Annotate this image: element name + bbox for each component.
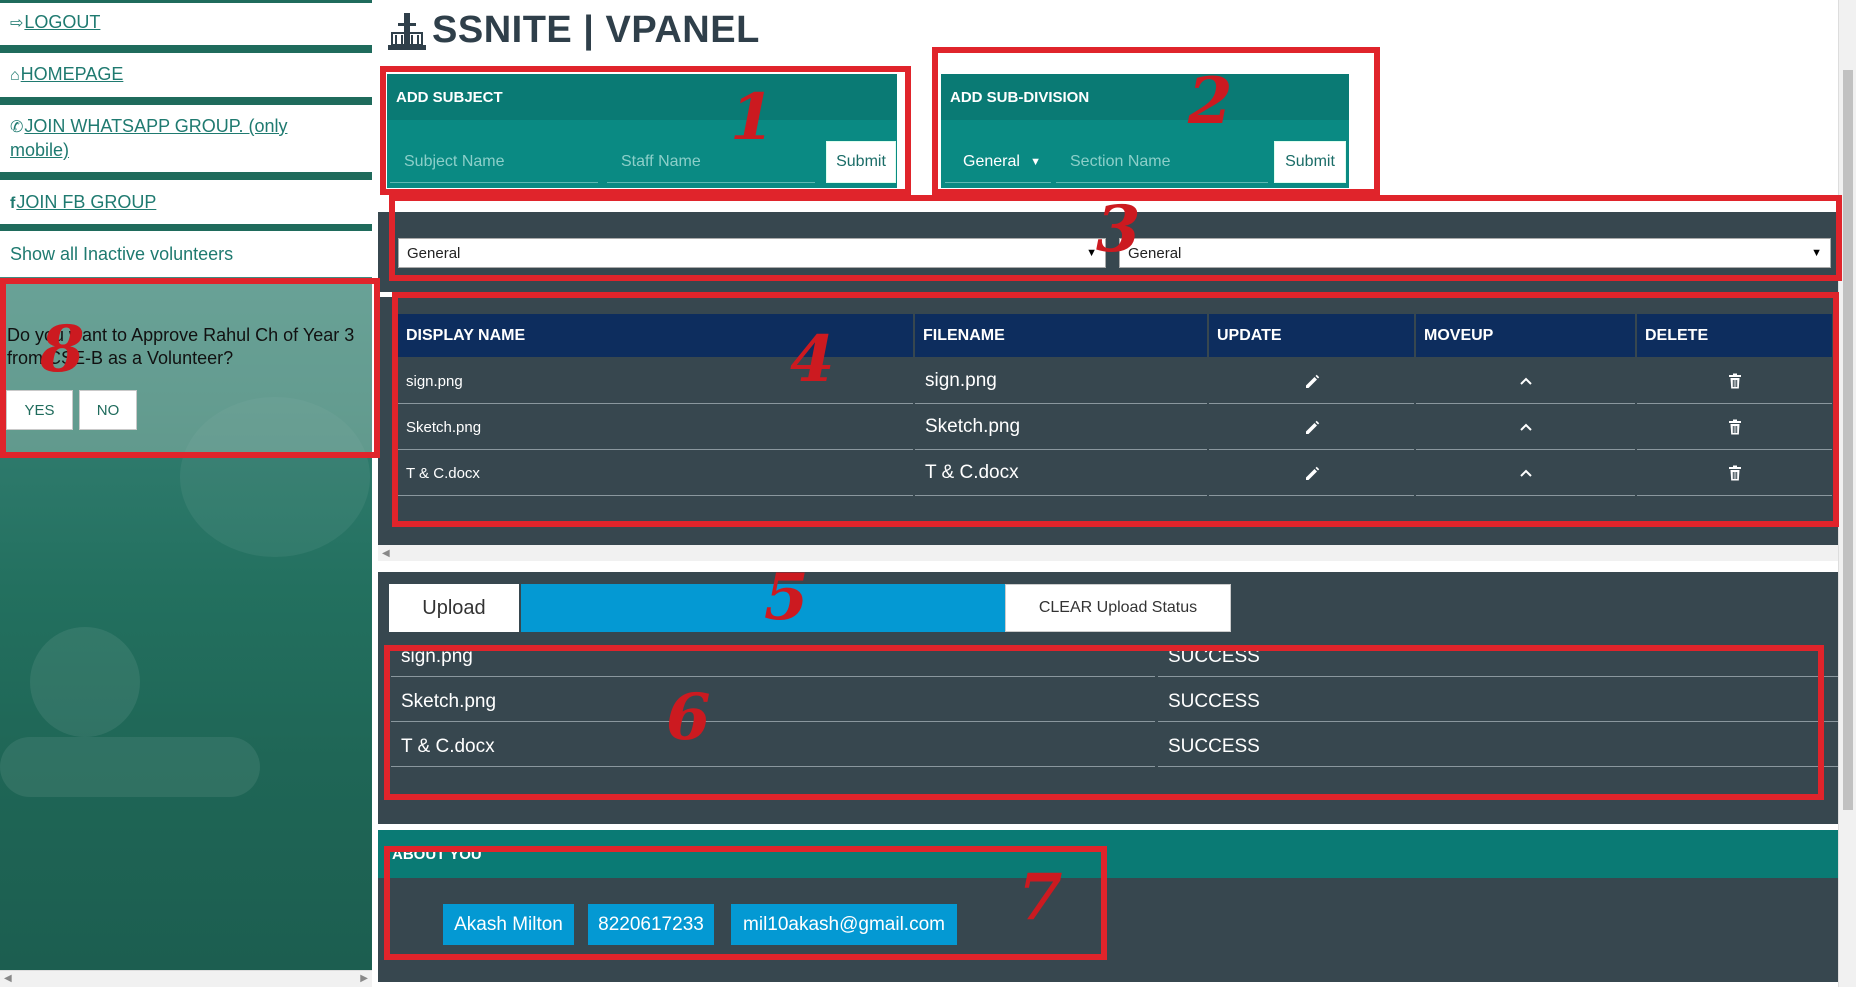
delete-button[interactable] [1637,359,1832,404]
homepage-label: HOMEPAGE [20,64,124,84]
trash-icon [1728,373,1741,389]
column-filename: FILENAME [915,314,1207,357]
whatsapp-label: JOIN WHATSAPP GROUP. (only mobile) [10,116,288,160]
clear-upload-status-button[interactable]: CLEAR Upload Status [1005,584,1231,632]
staff-name-input[interactable]: Staff Name [607,141,815,183]
update-button[interactable] [1209,451,1414,496]
user-name-chip: Akash Milton [443,904,574,945]
pencil-icon [1305,466,1319,480]
cell-display-name: T & C.docx [398,451,913,496]
chevron-up-icon [1519,469,1532,477]
cell-filename: sign.png [915,359,1207,404]
upload-file-name: T & C.docx [391,722,1155,767]
upload-status: SUCCESS [1158,722,1838,767]
scroll-left-icon[interactable]: ◀ [382,548,390,559]
table-horizontal-scrollbar[interactable]: ◀ [378,545,1838,561]
chevron-down-icon: ▼ [1811,247,1822,259]
cell-display-name: Sketch.png [398,405,913,450]
home-icon: ⌂ [10,67,20,84]
whatsapp-icon: ✆ [10,119,24,136]
show-inactive-volunteers-link[interactable]: Show all Inactive volunteers [10,244,233,265]
yes-button[interactable]: YES [6,390,73,430]
logout-icon: ⇨ [10,15,24,32]
facebook-label: JOIN FB GROUP [16,192,157,212]
about-header: ABOUT YOU [378,830,1838,878]
section-name-input[interactable]: Section Name [1056,141,1268,183]
moveup-button[interactable] [1416,405,1635,450]
chevron-up-icon [1519,377,1532,385]
divider [0,97,372,105]
app-title: SSNITE | VPANEL [432,8,760,51]
cell-filename: T & C.docx [915,451,1207,496]
sidebar: ⇨LOGOUT ⌂HOMEPAGE ✆JOIN WHATSAPP GROUP. … [0,0,372,987]
brand: SSNITE | VPANEL [384,6,760,54]
delete-button[interactable] [1637,451,1832,496]
approve-question: Do you want to Approve Rahul Ch of Year … [7,325,355,368]
page-vertical-scrollbar[interactable] [1838,0,1856,987]
upload-progress-bar [521,584,1005,632]
column-update: UPDATE [1209,314,1414,357]
subject-filter-select[interactable]: General ▼ [398,238,1106,268]
divider [0,45,372,53]
facebook-link[interactable]: fJOIN FB GROUP [10,191,156,215]
pencil-icon [1305,420,1319,434]
update-button[interactable] [1209,405,1414,450]
upload-status: SUCCESS [1158,632,1838,677]
add-subdivision-submit-button[interactable]: Submit [1274,141,1346,183]
sidebar-horizontal-scrollbar[interactable]: ◀ ▶ [0,970,372,987]
scrollbar-thumb[interactable] [1843,70,1853,810]
add-subject-header: ADD SUBJECT [387,74,897,120]
tower-logo-icon [388,13,426,50]
moveup-button[interactable] [1416,359,1635,404]
user-phone-chip: 8220617233 [588,904,714,945]
upload-file-name: Sketch.png [391,677,1155,722]
background-shape [0,737,260,797]
moveup-button[interactable] [1416,451,1635,496]
trash-icon [1728,419,1741,435]
background-shape [30,627,140,737]
subject-filter-value: General [407,244,461,262]
upload-status: SUCCESS [1158,677,1838,722]
subdivision-type-select[interactable]: General ▼ [945,141,1051,183]
logout-label: LOGOUT [24,12,101,32]
add-subject-submit-button[interactable]: Submit [826,141,896,183]
trash-icon [1728,465,1741,481]
divider [0,172,372,180]
delete-button[interactable] [1637,405,1832,450]
whatsapp-link[interactable]: ✆JOIN WHATSAPP GROUP. (only mobile) [10,115,310,162]
subdivision-filter-select[interactable]: General ▼ [1119,238,1831,268]
homepage-link[interactable]: ⌂HOMEPAGE [10,63,123,87]
scroll-left-icon[interactable]: ◀ [4,973,12,984]
cell-filename: Sketch.png [915,405,1207,450]
subdivision-filter-value: General [1128,244,1182,262]
subdivision-type-value: General [963,152,1020,170]
pencil-icon [1305,374,1319,388]
chevron-up-icon [1519,423,1532,431]
cell-display-name: sign.png [398,359,913,404]
user-email-chip: mil10akash@gmail.com [731,904,957,945]
upload-button[interactable]: Upload [389,584,519,632]
column-delete: DELETE [1637,314,1832,357]
scroll-right-icon[interactable]: ▶ [360,973,368,984]
add-subdivision-header: ADD SUB-DIVISION [941,74,1349,120]
column-display-name: DISPLAY NAME [398,314,913,357]
update-button[interactable] [1209,359,1414,404]
main-content: SSNITE | VPANEL ADD SUBJECT Subject Name… [372,0,1838,987]
chevron-down-icon: ▼ [1086,247,1097,259]
no-button[interactable]: NO [79,390,137,430]
divider [0,224,372,231]
facebook-icon: f [10,195,16,212]
subject-name-input[interactable]: Subject Name [390,141,598,183]
column-moveup: MOVEUP [1416,314,1635,357]
upload-file-name: sign.png [391,632,1155,677]
divider [0,0,372,3]
logout-link[interactable]: ⇨LOGOUT [10,11,100,35]
chevron-down-icon: ▼ [1030,155,1041,168]
